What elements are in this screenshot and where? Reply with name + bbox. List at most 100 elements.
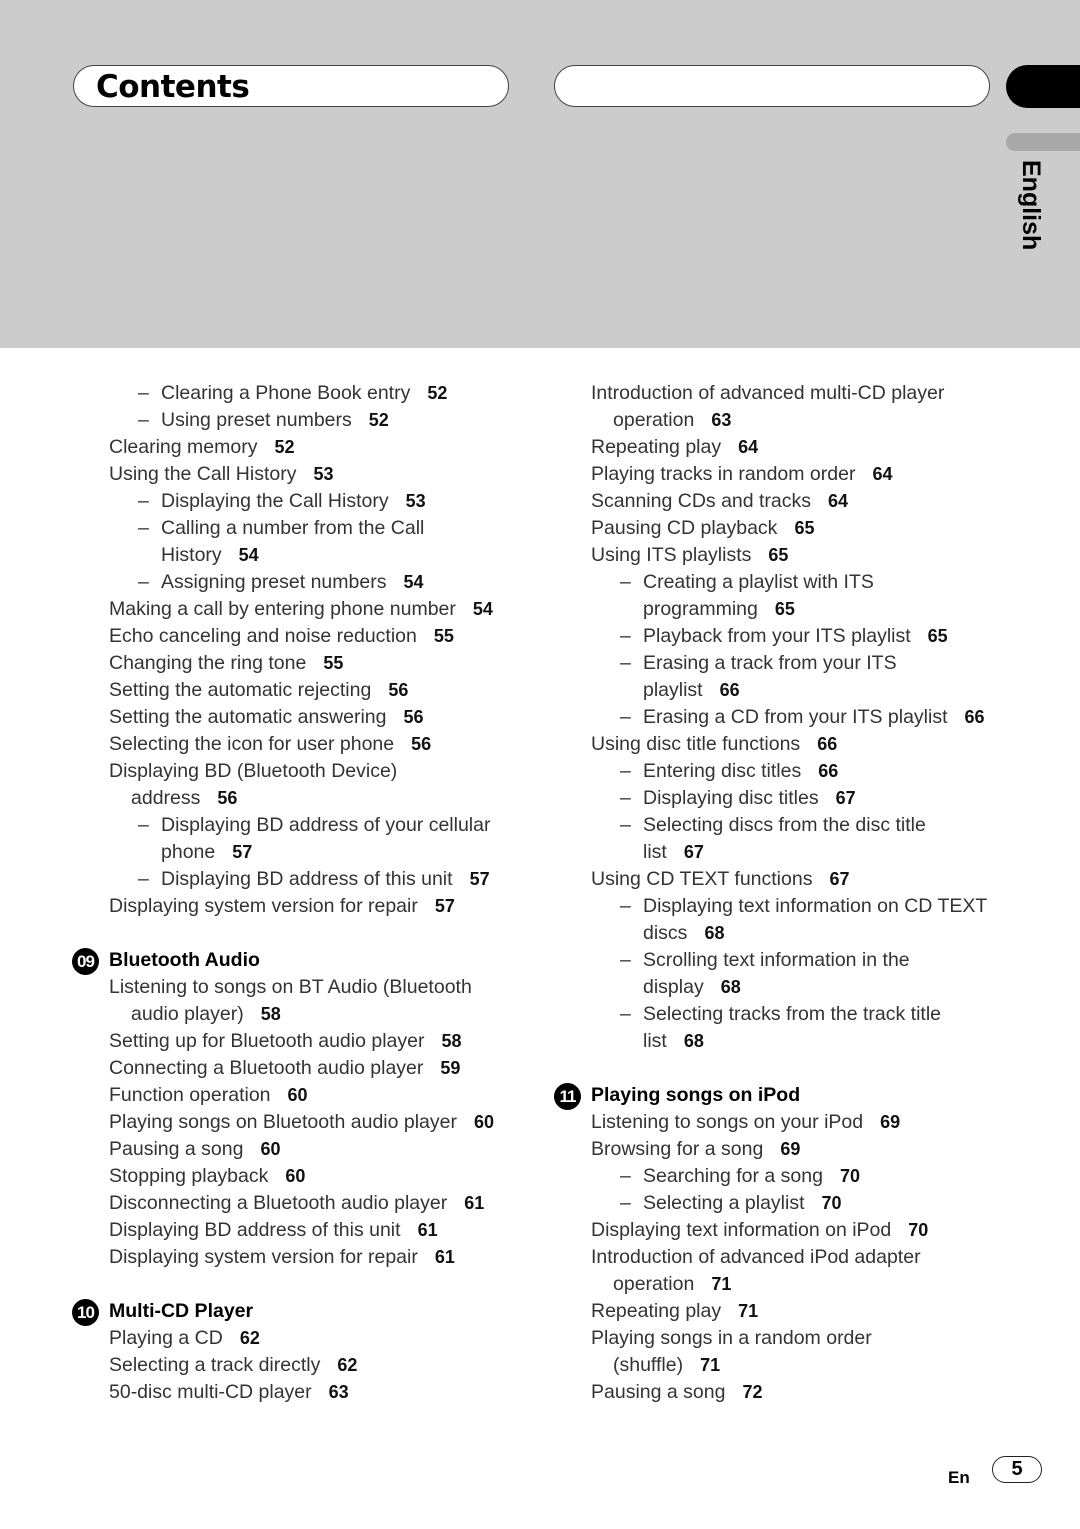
toc-subentry[interactable]: phone 57 [109, 839, 559, 866]
entry-text: discs [643, 922, 688, 944]
toc-entry[interactable]: Function operation 60 [109, 1082, 559, 1109]
dash-bullet: – [620, 1003, 631, 1025]
toc-subentry[interactable]: – Erasing a track from your ITS [591, 650, 1041, 677]
entry-text: Playing songs on Bluetooth audio player [109, 1111, 457, 1133]
toc-entry[interactable]: Displaying system version for repair 57 [109, 893, 559, 920]
entry-page-number: 53 [313, 464, 334, 484]
dash-bullet: – [620, 949, 631, 971]
toc-entry[interactable]: (shuffle) 71 [591, 1352, 1041, 1379]
toc-subentry[interactable]: – Selecting discs from the disc title [591, 812, 1041, 839]
toc-entry[interactable]: Repeating play 71 [591, 1298, 1041, 1325]
toc-entry[interactable]: Displaying BD (Bluetooth Device) [109, 758, 559, 785]
toc-entry[interactable]: Using disc title functions 66 [591, 731, 1041, 758]
toc-entry[interactable]: Browsing for a song 69 [591, 1136, 1041, 1163]
dash-bullet: – [620, 1165, 631, 1187]
section-title: Multi-CD Player [109, 1300, 254, 1322]
toc-entry[interactable]: Connecting a Bluetooth audio player 59 [109, 1055, 559, 1082]
toc-subentry[interactable]: – Creating a playlist with ITS [591, 569, 1041, 596]
toc-subentry[interactable]: – Displaying disc titles 67 [591, 785, 1041, 812]
toc-right-column: Introduction of advanced multi-CD player… [554, 380, 1041, 1406]
toc-subentry[interactable]: – Using preset numbers 52 [109, 407, 559, 434]
entry-text: Using the Call History [109, 463, 297, 485]
toc-subentry[interactable]: discs 68 [591, 920, 1041, 947]
entry-page-number: 52 [427, 383, 448, 403]
entry-text: Assigning preset numbers [161, 571, 387, 593]
toc-entry[interactable]: operation 63 [591, 407, 1041, 434]
toc-subentry[interactable]: – Displaying the Call History 53 [109, 488, 559, 515]
toc-subentry[interactable]: – Clearing a Phone Book entry 52 [109, 380, 559, 407]
toc-entry[interactable]: Disconnecting a Bluetooth audio player 61 [109, 1190, 559, 1217]
toc-entry[interactable]: Setting up for Bluetooth audio player 58 [109, 1028, 559, 1055]
toc-subentry[interactable]: – Displaying text information on CD TEXT [591, 893, 1041, 920]
toc-entry[interactable]: Making a call by entering phone number 54 [109, 596, 559, 623]
dash-bullet: – [620, 814, 631, 836]
entry-text: Playing a CD [109, 1327, 223, 1349]
toc-subentry[interactable]: History 54 [109, 542, 559, 569]
entry-text: programming [643, 598, 758, 620]
toc-entry[interactable]: audio player) 58 [109, 1001, 559, 1028]
entry-text: operation [613, 1273, 695, 1295]
toc-subentry[interactable]: – Searching for a song 70 [591, 1163, 1041, 1190]
section-heading[interactable]: 10 Multi-CD Player [72, 1298, 559, 1326]
toc-subentry[interactable]: – Calling a number from the Call [109, 515, 559, 542]
toc-entry[interactable]: Introduction of advanced multi-CD player [591, 380, 1041, 407]
toc-entry[interactable]: Displaying text information on iPod 70 [591, 1217, 1041, 1244]
toc-entry[interactable]: Using ITS playlists 65 [591, 542, 1041, 569]
toc-entry[interactable]: Setting the automatic answering 56 [109, 704, 559, 731]
toc-entry[interactable]: Introduction of advanced iPod adapter [591, 1244, 1041, 1271]
toc-entry[interactable]: Displaying BD address of this unit 61 [109, 1217, 559, 1244]
toc-entry[interactable]: Echo canceling and noise reduction 55 [109, 623, 559, 650]
toc-entry[interactable]: Displaying system version for repair 61 [109, 1244, 559, 1271]
toc-subentry[interactable]: playlist 66 [591, 677, 1041, 704]
toc-subentry[interactable]: display 68 [591, 974, 1041, 1001]
toc-entry[interactable]: Listening to songs on your iPod 69 [591, 1109, 1041, 1136]
section-title: Bluetooth Audio [109, 949, 260, 971]
toc-entry[interactable]: operation 71 [591, 1271, 1041, 1298]
toc-subentry[interactable]: – Assigning preset numbers 54 [109, 569, 559, 596]
dash-bullet: – [620, 571, 631, 593]
toc-subentry[interactable]: – Displaying BD address of this unit 57 [109, 866, 559, 893]
toc-entry[interactable]: Using the Call History 53 [109, 461, 559, 488]
toc-entry[interactable]: Playing tracks in random order 64 [591, 461, 1041, 488]
toc-entry[interactable]: Selecting a track directly 62 [109, 1352, 559, 1379]
toc-subentry[interactable]: – Selecting tracks from the track title [591, 1001, 1041, 1028]
entry-page-number: 52 [274, 437, 295, 457]
toc-subentry[interactable]: – Entering disc titles 66 [591, 758, 1041, 785]
entry-page-number: 64 [872, 464, 893, 484]
entry-page-number: 64 [738, 437, 759, 457]
entry-text: Erasing a track from your ITS [643, 652, 897, 674]
toc-entry[interactable]: Selecting the icon for user phone 56 [109, 731, 559, 758]
toc-entry[interactable]: Using CD TEXT functions 67 [591, 866, 1041, 893]
toc-entry[interactable]: Playing a CD 62 [109, 1325, 559, 1352]
toc-subentry[interactable]: programming 65 [591, 596, 1041, 623]
toc-entry[interactable]: Changing the ring tone 55 [109, 650, 559, 677]
toc-subentry[interactable]: – Selecting a playlist 70 [591, 1190, 1041, 1217]
toc-entry[interactable]: Repeating play 64 [591, 434, 1041, 461]
toc-entry[interactable]: Listening to songs on BT Audio (Bluetoot… [109, 974, 559, 1001]
toc-entry[interactable]: Clearing memory 52 [109, 434, 559, 461]
toc-entry[interactable]: address 56 [109, 785, 559, 812]
toc-entry[interactable]: Playing songs in a random order [591, 1325, 1041, 1352]
toc-entry[interactable]: Scanning CDs and tracks 64 [591, 488, 1041, 515]
toc-entry[interactable]: 50-disc multi-CD player 63 [109, 1379, 559, 1406]
entry-text: Displaying BD address of your cellular [161, 814, 491, 836]
entry-text: Using CD TEXT functions [591, 868, 813, 890]
toc-entry[interactable]: Stopping playback 60 [109, 1163, 559, 1190]
toc-subentry[interactable]: – Erasing a CD from your ITS playlist 66 [591, 704, 1041, 731]
entry-page-number: 60 [260, 1139, 281, 1159]
toc-entry[interactable]: Pausing a song 60 [109, 1136, 559, 1163]
section-heading[interactable]: 11 Playing songs on iPod [554, 1082, 1041, 1110]
toc-subentry[interactable]: list 68 [591, 1028, 1041, 1055]
toc-entry[interactable]: Setting the automatic rejecting 56 [109, 677, 559, 704]
toc-subentry[interactable]: – Playback from your ITS playlist 65 [591, 623, 1041, 650]
toc-entry[interactable]: Pausing a song 72 [591, 1379, 1041, 1406]
toc-entry[interactable]: Playing songs on Bluetooth audio player 6… [109, 1109, 559, 1136]
toc-subentry[interactable]: – Scrolling text information in the [591, 947, 1041, 974]
entry-page-number: 61 [434, 1247, 455, 1267]
toc-entry[interactable]: Pausing CD playback 65 [591, 515, 1041, 542]
section-heading[interactable]: 09 Bluetooth Audio [72, 947, 559, 975]
toc-subentry[interactable]: – Displaying BD address of your cellular [109, 812, 559, 839]
toc-subentry[interactable]: list 67 [591, 839, 1041, 866]
entry-page-number: 66 [817, 734, 838, 754]
entry-page-number: 65 [794, 518, 815, 538]
